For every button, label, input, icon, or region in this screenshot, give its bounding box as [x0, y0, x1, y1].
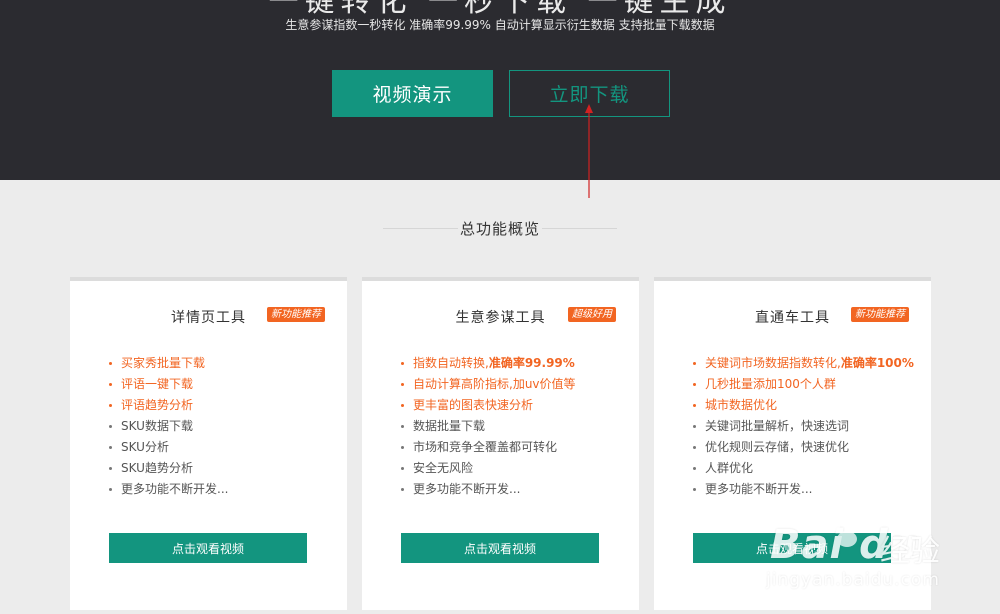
watermark-cn-text: 经验 — [880, 534, 940, 569]
list-item: 安全无风险 — [400, 458, 576, 479]
list-item: 更多功能不断开发... — [400, 479, 576, 500]
list-item: 关键词批量解析，快速选词 — [692, 416, 914, 437]
list-item: 人群优化 — [692, 458, 914, 479]
list-item: 更多功能不断开发... — [692, 479, 914, 500]
list-item: 评语趋势分析 — [108, 395, 228, 416]
baidu-jingyan-watermark: Bai du 经验 jingyan.baidu.com — [760, 508, 995, 608]
section-title: 总功能概览 — [459, 220, 540, 238]
hero-subtitle: 生意参谋指数一秒转化 准确率99.99% 自动计算显示衍生数据 支持批量下载数据 — [285, 18, 715, 32]
super-useful-badge: 超级好用 — [568, 307, 616, 322]
hero-banner: 一键转化 一秒下载 一键生成 生意参谋指数一秒转化 准确率99.99% 自动计算… — [0, 0, 1000, 180]
list-item: 评语一键下载 — [108, 374, 228, 395]
card-detail-page-tool: 详情页工具 新功能推荐 买家秀批量下载 评语一键下载 评语趋势分析 SKU数据下… — [70, 277, 347, 610]
feature-list: 关键词市场数据指数转化,准确率100% 几秒批量添加100个人群 城市数据优化 … — [692, 353, 914, 500]
list-item: 更多功能不断开发... — [108, 479, 228, 500]
page: 一键转化 一秒下载 一键生成 生意参谋指数一秒转化 准确率99.99% 自动计算… — [0, 0, 1000, 614]
list-item: 更丰富的图表快速分析 — [400, 395, 576, 416]
card-business-advisor-tool: 生意参谋工具 超级好用 指数自动转换,准确率99.99% 自动计算高阶指标,加u… — [362, 277, 639, 610]
list-item: 几秒批量添加100个人群 — [692, 374, 914, 395]
watch-video-button[interactable]: 点击观看视频 — [109, 533, 307, 563]
list-item: 关键词市场数据指数转化,准确率100% — [692, 353, 914, 374]
annotation-arrow-icon — [585, 104, 593, 198]
list-item: 买家秀批量下载 — [108, 353, 228, 374]
list-item: 数据批量下载 — [400, 416, 576, 437]
list-item: SKU分析 — [108, 437, 228, 458]
new-feature-badge: 新功能推荐 — [851, 307, 909, 322]
paw-icon — [830, 514, 864, 547]
watermark-url: jingyan.baidu.com — [766, 570, 940, 590]
feature-list: 买家秀批量下载 评语一键下载 评语趋势分析 SKU数据下载 SKU分析 SKU趋… — [108, 353, 228, 500]
list-item: 自动计算高阶指标,加uv价值等 — [400, 374, 576, 395]
list-item: SKU趋势分析 — [108, 458, 228, 479]
list-item: 指数自动转换,准确率99.99% — [400, 353, 576, 374]
list-item: 城市数据优化 — [692, 395, 914, 416]
video-demo-button[interactable]: 视频演示 — [332, 70, 493, 117]
new-feature-badge: 新功能推荐 — [267, 307, 325, 322]
section-divider-right — [542, 228, 617, 229]
list-item: SKU数据下载 — [108, 416, 228, 437]
feature-list: 指数自动转换,准确率99.99% 自动计算高阶指标,加uv价值等 更丰富的图表快… — [400, 353, 576, 500]
list-item: 市场和竞争全覆盖都可转化 — [400, 437, 576, 458]
list-item: 优化规则云存储，快速优化 — [692, 437, 914, 458]
watch-video-button[interactable]: 点击观看视频 — [401, 533, 599, 563]
